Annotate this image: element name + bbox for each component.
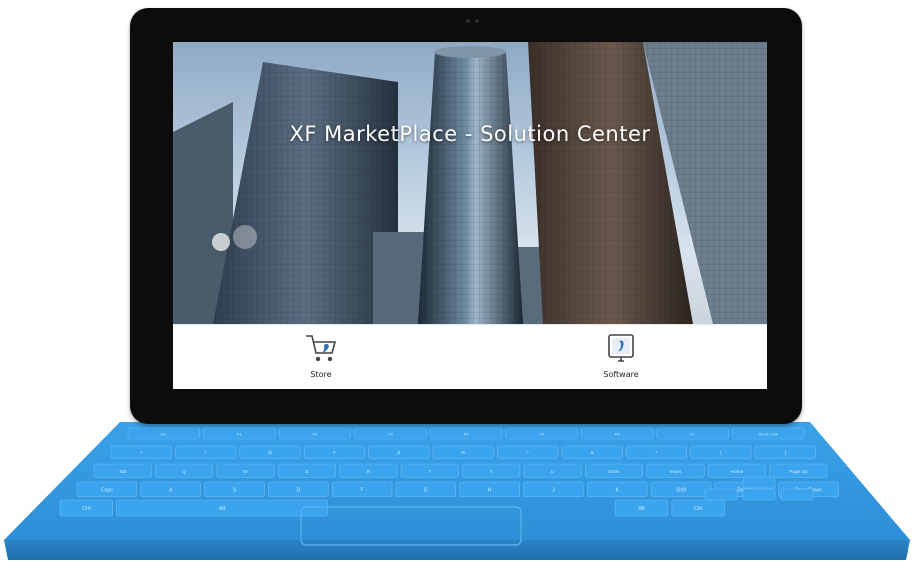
- key-label: F5: [539, 432, 544, 437]
- key-label: F4: [464, 432, 469, 437]
- arrow-key[interactable]: [780, 488, 814, 501]
- key-label: Ctrl: [694, 506, 703, 512]
- key-label: !: [205, 450, 206, 455]
- key-label: F: [361, 487, 364, 493]
- arrow-key[interactable]: [742, 488, 776, 501]
- cart-icon: [306, 335, 337, 362]
- hero-title: XF MarketPlace - Solution Center: [289, 122, 651, 146]
- key-label: F3: [388, 432, 393, 437]
- key-label: Scroll Lock: [758, 432, 778, 437]
- skyscraper-image: [173, 42, 767, 324]
- key-label: Insert: [670, 469, 683, 475]
- key-label: Ctrl: [82, 506, 91, 512]
- key-label: %: [461, 450, 465, 455]
- key-label: *: [656, 450, 658, 455]
- key-label: Q: [182, 469, 186, 475]
- key-label: Caps: [101, 487, 113, 493]
- monitor-icon: [608, 334, 634, 362]
- store-label: Store: [310, 370, 332, 379]
- key-label: F6: [615, 432, 620, 437]
- key-label: ~: [140, 450, 143, 455]
- key-label: Page Up: [789, 469, 808, 475]
- key-label: F1: [237, 432, 242, 437]
- key-label: E: [305, 469, 308, 475]
- key-label: Esc: [160, 432, 167, 437]
- key-label: Alt: [638, 506, 645, 512]
- key-label: F2: [313, 432, 318, 437]
- device-mockup: Esc F1 F2 F3 F4 F5 F6 F7 Scroll Lock ~! @ # $% ^ & *() T…: [0, 0, 915, 570]
- key-label: T: [428, 469, 431, 475]
- software-tile[interactable]: Software: [581, 331, 661, 387]
- hero-banner: XF MarketPlace - Solution Center: [173, 42, 767, 324]
- key-label: Home: [731, 469, 744, 475]
- arrow-key[interactable]: [704, 488, 738, 501]
- key-label: &: [591, 450, 594, 455]
- key-label: H: [488, 487, 492, 493]
- solution-tiles: Store Software: [173, 324, 767, 389]
- key-label: R: [367, 469, 371, 475]
- key-label: W: [243, 469, 248, 475]
- key-label: Tab: [119, 469, 127, 475]
- arrow-key[interactable]: [742, 476, 776, 489]
- key-label: Alt: [219, 506, 226, 512]
- key-label: J: [552, 487, 555, 493]
- key-label: Shift: [676, 487, 687, 493]
- key-label: A: [169, 487, 173, 493]
- camera-icon: [462, 18, 482, 24]
- key-label: D: [296, 487, 300, 493]
- key-label: S: [233, 487, 237, 493]
- key-label: G: [424, 487, 428, 493]
- key-label: Enter: [608, 469, 620, 475]
- key-label: K: [615, 487, 619, 493]
- software-label: Software: [603, 370, 639, 379]
- store-tile[interactable]: Store: [281, 331, 361, 387]
- key-label: U: [551, 469, 555, 475]
- key-label: @: [268, 450, 273, 455]
- app-screen: XF MarketPlace - Solution Center Store S…: [173, 42, 767, 389]
- key-label: F7: [690, 432, 695, 437]
